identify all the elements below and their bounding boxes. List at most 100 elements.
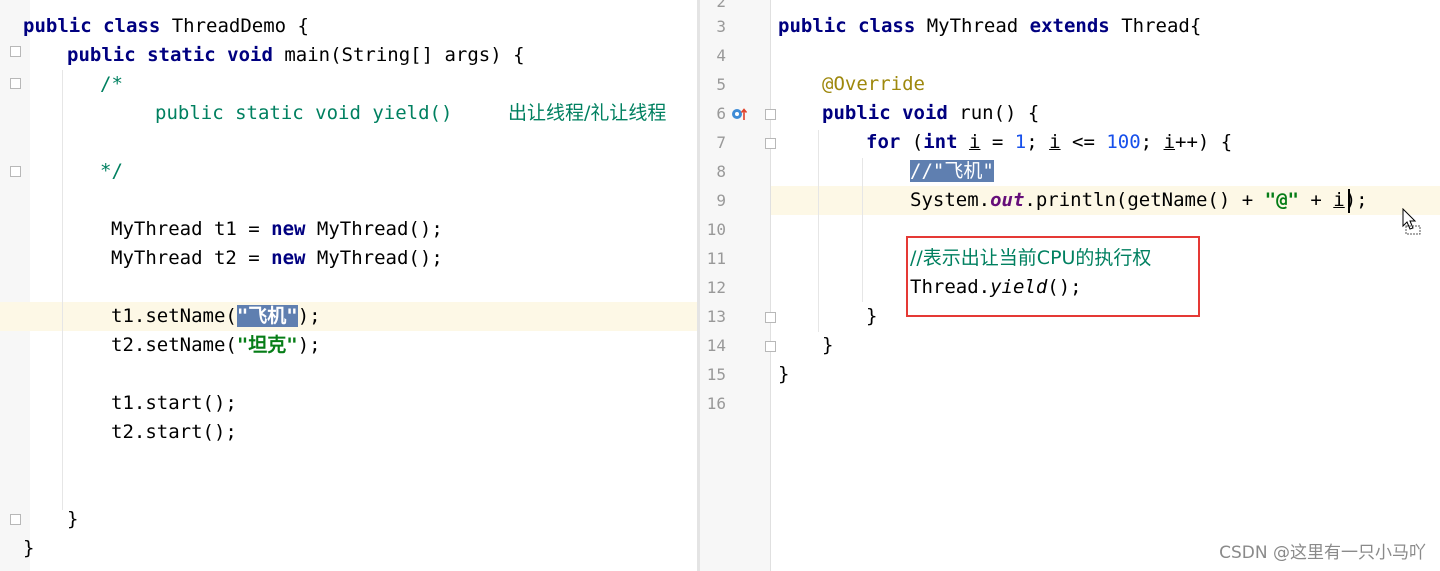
code-text: ThreadDemo { [160, 15, 309, 37]
code-line[interactable]: t1.setName("飞机"); [111, 302, 321, 331]
code-text: main(String[] args) { [272, 44, 525, 66]
code-text: ++) { [1175, 131, 1233, 153]
line-number: 8 [716, 162, 726, 181]
code-text: Thread{ [1109, 15, 1202, 37]
watermark: CSDN @这里有一只小马吖 [1219, 543, 1426, 563]
line-number: 13 [706, 307, 726, 326]
keyword: new [271, 218, 306, 240]
static-field: out [990, 189, 1025, 211]
code-text: ( [900, 131, 924, 153]
keyword: for [866, 131, 901, 153]
code-line[interactable]: System.out.println(getName() + "@" + i); [910, 186, 1368, 215]
left-editor-pane[interactable]: public class ThreadDemo { public static … [0, 0, 697, 571]
variable: i [969, 131, 981, 153]
line-number: 5 [716, 75, 726, 94]
code-line[interactable]: t2.start(); [111, 418, 237, 447]
code-text: MyThread(); [305, 247, 443, 269]
code-line[interactable]: } [866, 302, 877, 331]
keyword: public void [822, 102, 948, 124]
code-line[interactable]: for (int i = 1; i <= 100; i++) { [866, 128, 1232, 157]
code-line[interactable]: @Override [822, 70, 925, 99]
line-number: 7 [716, 133, 726, 152]
code-line[interactable]: } [778, 360, 789, 389]
comment-line[interactable]: public static void yield() [155, 99, 452, 128]
annotation: @Override [822, 73, 925, 95]
code-text: ; [1140, 131, 1164, 153]
selected-string[interactable]: "飞机" [236, 305, 298, 327]
text-caret [1348, 189, 1350, 213]
comment-line[interactable]: /* [100, 70, 123, 99]
keyword: int [923, 131, 958, 153]
keyword: extends [1029, 15, 1110, 37]
code-text: run() { [947, 102, 1040, 124]
line-number: 10 [706, 220, 726, 239]
line-number: 9 [716, 191, 726, 210]
fold-marker[interactable] [10, 166, 21, 177]
comment-line[interactable]: 出让线程/礼让线程 [508, 99, 666, 128]
comment-text: /* [100, 73, 123, 95]
line-number: 4 [716, 46, 726, 65]
code-text: ; [1026, 131, 1050, 153]
fold-marker[interactable] [765, 341, 776, 352]
string-literal: "@" [1264, 189, 1299, 211]
code-text: } [67, 508, 79, 530]
code-line[interactable]: } [822, 331, 833, 360]
code-text: t1.start(); [111, 392, 237, 414]
line-number: 3 [716, 17, 726, 36]
code-text: MyThread [915, 15, 1030, 37]
string-literal: "坦克" [236, 334, 298, 356]
comment-line[interactable]: */ [100, 157, 123, 186]
code-line[interactable]: public static void main(String[] args) { [67, 41, 525, 70]
code-line[interactable]: } [23, 534, 34, 563]
selected-comment[interactable]: //"飞机" [910, 160, 994, 182]
code-line[interactable]: t2.setName("坦克"); [111, 331, 321, 360]
indent-guide [818, 130, 819, 332]
code-text: + [1298, 189, 1334, 211]
code-line[interactable]: public class MyThread extends Thread{ [778, 12, 1201, 41]
keyword: public class [23, 15, 161, 37]
comment-text: */ [100, 160, 123, 182]
code-text: ); [297, 305, 321, 327]
current-line-highlight [0, 302, 697, 331]
code-line[interactable]: t1.start(); [111, 389, 237, 418]
code-line[interactable]: //"飞机" [910, 157, 994, 186]
fold-marker[interactable] [765, 312, 776, 323]
fold-marker[interactable] [10, 514, 21, 525]
line-number: 11 [706, 249, 726, 268]
line-number: 16 [706, 394, 726, 413]
fold-marker[interactable] [10, 46, 21, 57]
code-text: = [980, 131, 1015, 153]
code-line[interactable]: MyThread t2 = new MyThread(); [111, 244, 443, 273]
code-text: t2.start(); [111, 421, 237, 443]
code-text: System. [910, 189, 991, 211]
comment-text: public static void yield() [155, 102, 453, 124]
code-line[interactable]: } [67, 505, 78, 534]
code-text: } [778, 363, 790, 385]
code-text: MyThread t2 = [111, 247, 272, 269]
code-text: MyThread t1 = [111, 218, 272, 240]
line-number: 15 [706, 365, 726, 384]
fold-marker[interactable] [765, 138, 776, 149]
variable: i [1163, 131, 1176, 153]
keyword: new [271, 247, 306, 269]
fold-marker[interactable] [10, 78, 21, 89]
code-text: t2.setName( [111, 334, 237, 356]
number-literal: 100 [1106, 131, 1141, 153]
variable: i [1049, 131, 1061, 153]
indent-guide [62, 70, 63, 510]
code-text: MyThread(); [305, 218, 443, 240]
mouse-cursor-icon [1402, 208, 1421, 235]
code-text: <= [1060, 131, 1107, 153]
code-text: } [822, 334, 834, 356]
code-text: } [866, 305, 878, 327]
code-line[interactable]: MyThread t1 = new MyThread(); [111, 215, 443, 244]
override-method-icon[interactable] [731, 106, 747, 122]
code-line[interactable]: public void run() { [822, 99, 1039, 128]
keyword: public static void [67, 44, 273, 66]
code-text: ); [297, 334, 321, 356]
fold-marker[interactable] [765, 109, 776, 120]
line-number: 6 [716, 104, 726, 123]
code-text: t1.setName( [111, 305, 237, 327]
code-line[interactable]: public class ThreadDemo { [23, 12, 309, 41]
indent-guide [862, 158, 863, 302]
